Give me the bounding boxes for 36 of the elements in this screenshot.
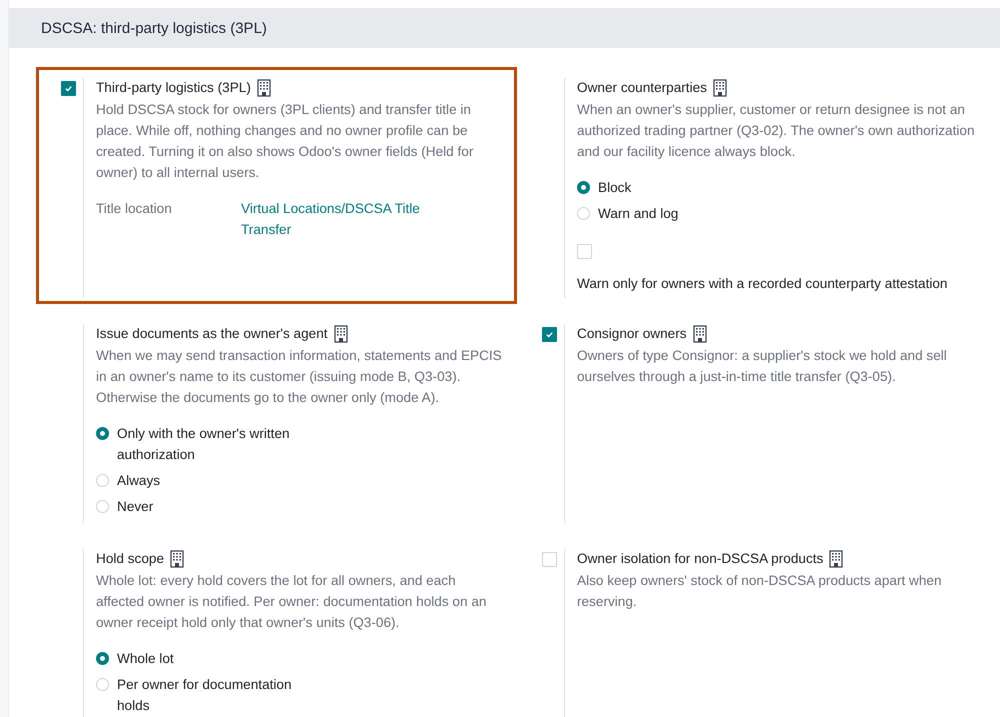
building-icon — [692, 325, 707, 343]
setting-description: Whole lot: every hold covers the lot for all owners, and each affected owner is notified. Per owner: documentation holds on an owner receipt hold only that owner's units (Q3-06). — [96, 572, 488, 632]
radio-label: Always — [117, 472, 160, 490]
setting-title: Owner counterparties — [577, 79, 707, 97]
setting-title: Consignor owners — [577, 325, 687, 343]
check-icon — [64, 84, 73, 93]
setting-title: Owner isolation for non-DSCSA products — [577, 550, 824, 568]
radio-label: Whole lot — [117, 650, 174, 668]
field-label: Title location — [96, 200, 173, 218]
radio-label: Block — [598, 179, 632, 197]
setting-description: When an owner's supplier, customer or return designee is not an authorized trading partner (Q3-02). The owner's own authorization and our facility licence always block. — [577, 101, 976, 161]
radio-button[interactable] — [96, 652, 109, 665]
setting-description: Hold DSCSA stock for owners (3PL clients) and transfer title in place. While off, nothing changes and no owner profile can be created. Turning it on also shows Odoo's owner fields (Held for owner) to all internal users. — [96, 101, 474, 182]
check-icon — [545, 330, 554, 339]
checkbox[interactable] — [542, 327, 557, 342]
radio-label: Only with the owner's written authorization — [117, 425, 291, 464]
setting-title: Hold scope — [96, 550, 164, 568]
section-title: DSCSA: third-party logistics (3PL) — [41, 20, 267, 36]
building-icon — [829, 550, 844, 568]
radio-button[interactable] — [577, 181, 590, 194]
radio-button[interactable] — [96, 427, 109, 440]
setting-title: Issue documents as the owner's agent — [96, 325, 328, 343]
setting-description: Owners of type Consignor: a supplier's stock we hold and sell ourselves through a just-in-time title transfer (Q3-05). — [577, 347, 948, 386]
checkbox[interactable] — [61, 81, 76, 96]
building-icon — [170, 550, 184, 568]
radio-label: Warn and log — [598, 205, 678, 223]
building-icon — [334, 325, 348, 343]
setting-description: When we may send transaction information, statements and EPCIS in an owner's name to its customer (issuing mode B, Q3-03). Otherwise the documents go to the owner only (mode A). — [96, 347, 502, 407]
setting-description: Also keep owners' stock of non-DSCSA products apart when reserving. — [577, 572, 943, 611]
radio-label: Per owner for documentation holds — [117, 676, 293, 715]
building-icon — [712, 79, 727, 97]
location-link[interactable]: Virtual Locations/DSCSA Title Transfer — [241, 198, 451, 248]
radio-label: Never — [117, 498, 154, 516]
checkbox-label: Warn only for owners with a recorded counterparty attestation — [577, 275, 948, 293]
setting-title: Third-party logistics (3PL) — [96, 79, 251, 97]
building-icon — [256, 79, 271, 97]
